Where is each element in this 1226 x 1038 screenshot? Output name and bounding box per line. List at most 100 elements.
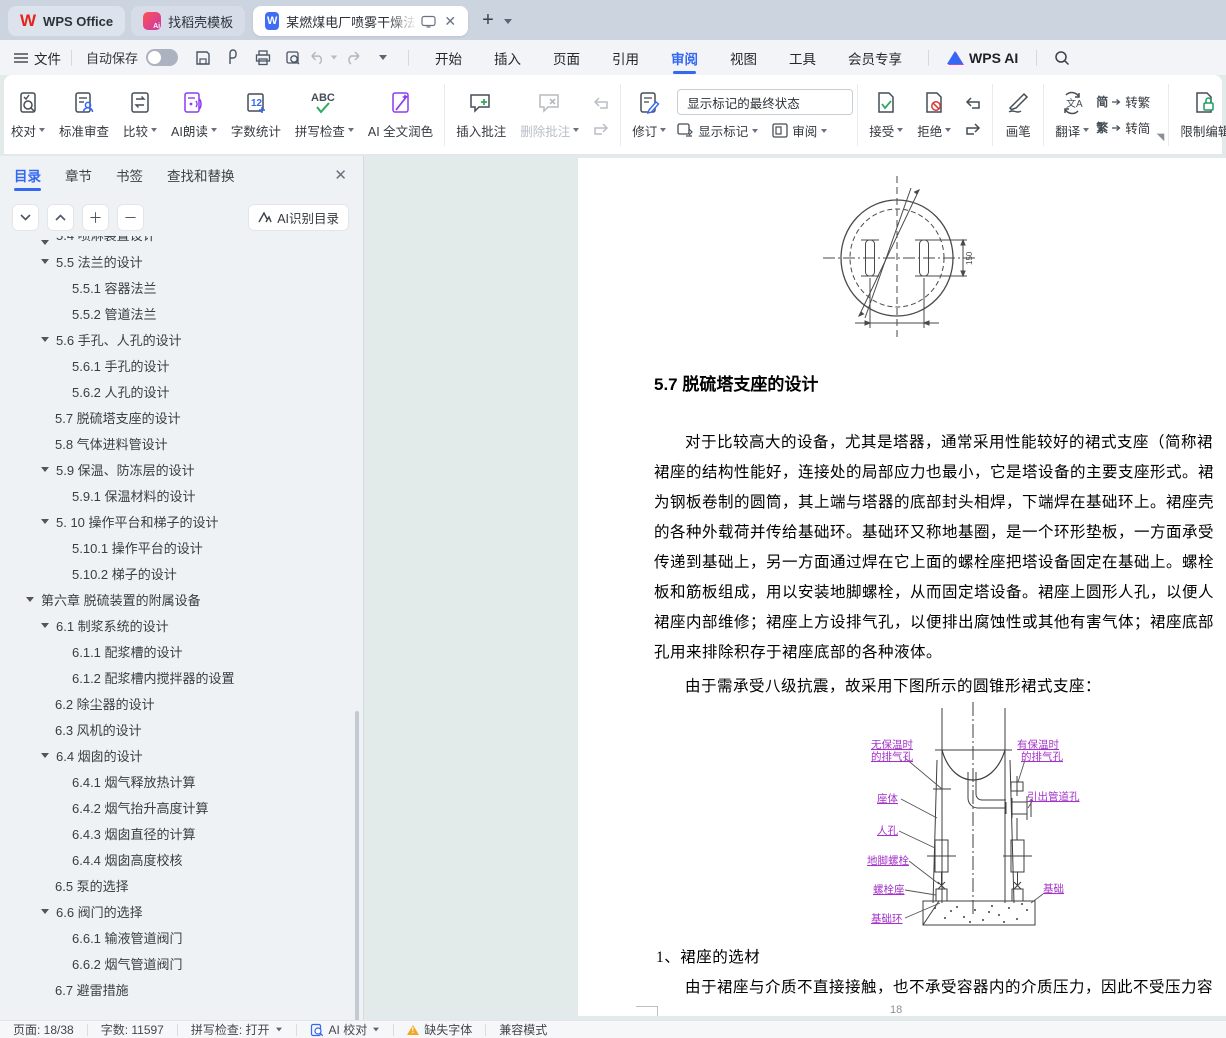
caret-down-icon[interactable] — [41, 240, 49, 245]
caret-down-icon[interactable] — [41, 259, 49, 264]
close-tab-icon[interactable]: ✕ — [444, 13, 456, 30]
status-page-indicator[interactable]: 页面: 18/38 — [0, 1021, 87, 1038]
print-icon[interactable] — [248, 46, 278, 70]
collapse-up-button[interactable] — [47, 204, 74, 231]
zoom-out-button[interactable]: － — [117, 204, 144, 231]
status-missing-font[interactable]: 缺失字体 — [394, 1021, 485, 1038]
toc-item[interactable]: 6.4.4 烟囱高度校核 — [0, 846, 350, 872]
tab-list-chevron-icon[interactable] — [504, 11, 512, 29]
toc-item[interactable]: 6.1 制浆系统的设计 — [0, 612, 350, 638]
ai-recognize-toc-button[interactable]: AI识别目录 — [248, 204, 349, 231]
menu-item-插入[interactable]: 插入 — [490, 40, 525, 75]
export-pdf-icon[interactable] — [218, 46, 248, 70]
undo-icon[interactable] — [308, 46, 338, 70]
print-preview-icon[interactable] — [278, 46, 308, 70]
toc-item[interactable]: 6.7 避雷措施 — [0, 976, 350, 1002]
menu-item-会员专享[interactable]: 会员专享 — [844, 40, 906, 75]
caret-down-icon[interactable] — [41, 623, 49, 628]
toc-item[interactable]: 6.1.1 配浆槽的设计 — [0, 638, 350, 664]
toc-item[interactable]: 6.4.1 烟气释放热计算 — [0, 768, 350, 794]
review-pane-button[interactable]: 审阅 — [772, 121, 827, 140]
caret-down-icon[interactable] — [41, 909, 49, 914]
toc-item[interactable]: 6.4 烟囱的设计 — [0, 742, 350, 768]
standard-review-button[interactable]: 标准审查 — [52, 82, 116, 148]
menu-item-视图[interactable]: 视图 — [726, 40, 761, 75]
spell-check-button[interactable]: ABC 拼写检查 — [288, 82, 361, 148]
toc-item[interactable]: 5.10.2 梯子的设计 — [0, 560, 350, 586]
window-mode-icon[interactable] — [421, 15, 436, 28]
caret-down-icon[interactable] — [41, 337, 49, 342]
accept-change-button[interactable]: 接受 — [862, 82, 910, 148]
menu-item-页面[interactable]: 页面 — [549, 40, 584, 75]
track-changes-button[interactable]: 修订 — [625, 82, 673, 148]
toc-item[interactable]: 5.7 脱硫塔支座的设计 — [0, 404, 350, 430]
save-icon[interactable] — [188, 46, 218, 70]
toc-item[interactable]: 6.3 风机的设计 — [0, 716, 350, 742]
toc-item[interactable]: 5.5.2 管道法兰 — [0, 300, 350, 326]
status-ai-proofread[interactable]: AI 校对 — [297, 1021, 394, 1038]
toc-item[interactable]: 5.6.1 手孔的设计 — [0, 352, 350, 378]
toc-item[interactable]: 5.5 法兰的设计 — [0, 248, 350, 274]
sidebar-tab-目录[interactable]: 目录 — [14, 156, 41, 194]
delete-comment-button[interactable]: 删除批注 — [513, 82, 586, 148]
sidebar-tab-书签[interactable]: 书签 — [116, 156, 143, 194]
quick-access-chevron-icon[interactable] — [368, 46, 398, 70]
next-comment-icon[interactable] — [590, 119, 612, 137]
menu-item-工具[interactable]: 工具 — [785, 40, 820, 75]
show-markup-button[interactable]: 显示标记 — [677, 121, 758, 140]
ai-polish-button[interactable]: AI 全文润色 — [361, 82, 440, 148]
autosave-toggle[interactable] — [146, 49, 178, 66]
insert-comment-button[interactable]: 插入批注 — [449, 82, 513, 148]
menu-item-引用[interactable]: 引用 — [608, 40, 643, 75]
zoom-in-button[interactable]: ＋ — [82, 204, 109, 231]
tab-document[interactable]: W 某燃煤电厂喷雾干燥法脱硫系 ✕ — [253, 6, 468, 36]
traditional-to-simplified-button[interactable]: 繁转简 — [1096, 118, 1150, 137]
toc-item[interactable]: 6.4.2 烟气抬升高度计算 — [0, 794, 350, 820]
simplified-to-traditional-button[interactable]: 简转繁 — [1096, 92, 1150, 111]
wps-ai-button[interactable]: WPS AI — [947, 50, 1018, 66]
toc-item[interactable]: 6.6.1 输液管道阀门 — [0, 924, 350, 950]
toc-item[interactable]: 5.10.1 操作平台的设计 — [0, 534, 350, 560]
status-compat-mode[interactable]: 兼容模式 — [486, 1021, 560, 1038]
redo-icon[interactable] — [338, 46, 368, 70]
status-word-count[interactable]: 字数: 11597 — [88, 1021, 177, 1038]
word-count-button[interactable]: 12 字数统计 — [224, 82, 288, 148]
search-icon[interactable] — [1047, 46, 1077, 70]
ink-pen-button[interactable]: 画笔 — [997, 82, 1039, 148]
toc-item[interactable]: 6.6.2 烟气管道阀门 — [0, 950, 350, 976]
caret-down-icon[interactable] — [26, 597, 34, 602]
status-spell-check[interactable]: 拼写检查: 打开 — [178, 1021, 296, 1038]
next-change-icon[interactable] — [962, 119, 984, 137]
toc-item[interactable]: 5.6.2 人孔的设计 — [0, 378, 350, 404]
sidebar-tab-章节[interactable]: 章节 — [65, 156, 92, 194]
toc-item[interactable]: 6.1.2 配浆槽内搅拌器的设置 — [0, 664, 350, 690]
compare-button[interactable]: 比较 — [116, 82, 164, 148]
document-page[interactable]: 150 5.7 脱硫塔支座的设计 对于比较高大的设备，尤其是塔器，通常采用性能较… — [578, 158, 1226, 1016]
caret-down-icon[interactable] — [41, 519, 49, 524]
caret-down-icon[interactable] — [41, 467, 49, 472]
ai-read-aloud-button[interactable]: AI朗读 — [164, 82, 224, 148]
toc-item[interactable]: 6.6 阀门的选择 — [0, 898, 350, 924]
restrict-editing-button[interactable]: 限制编辑 — [1173, 82, 1226, 148]
toc-item[interactable]: 5.8 气体进料管设计 — [0, 430, 350, 456]
toc-item[interactable]: 6.2 除尘器的设计 — [0, 690, 350, 716]
caret-down-icon[interactable] — [41, 753, 49, 758]
menu-item-开始[interactable]: 开始 — [431, 40, 466, 75]
toc-item[interactable]: 第六章 脱硫装置的附属设备 — [0, 586, 350, 612]
new-tab-button[interactable]: + — [482, 9, 494, 32]
previous-comment-icon[interactable] — [590, 93, 612, 111]
proofread-button[interactable]: 校对 — [4, 82, 52, 148]
reject-change-button[interactable]: 拒绝 — [910, 82, 958, 148]
toc-item[interactable]: 5.9.1 保温材料的设计 — [0, 482, 350, 508]
translate-button[interactable]: 文A 翻译 — [1048, 82, 1096, 148]
file-menu[interactable]: 文件 — [14, 48, 61, 68]
menu-item-审阅[interactable]: 审阅 — [667, 40, 702, 75]
tab-docer-template[interactable]: Ai 找稻壳模板 — [131, 6, 245, 36]
sidebar-close-icon[interactable]: ✕ — [334, 166, 347, 184]
toc-item[interactable]: 6.5 泵的选择 — [0, 872, 350, 898]
sidebar-scrollbar[interactable] — [355, 711, 359, 1038]
previous-change-icon[interactable] — [962, 93, 984, 111]
tab-wps-office[interactable]: W WPS Office — [8, 6, 125, 36]
dialog-launcher-icon[interactable]: ◥ — [1157, 132, 1165, 143]
toc-item[interactable]: 5. 10 操作平台和梯子的设计 — [0, 508, 350, 534]
